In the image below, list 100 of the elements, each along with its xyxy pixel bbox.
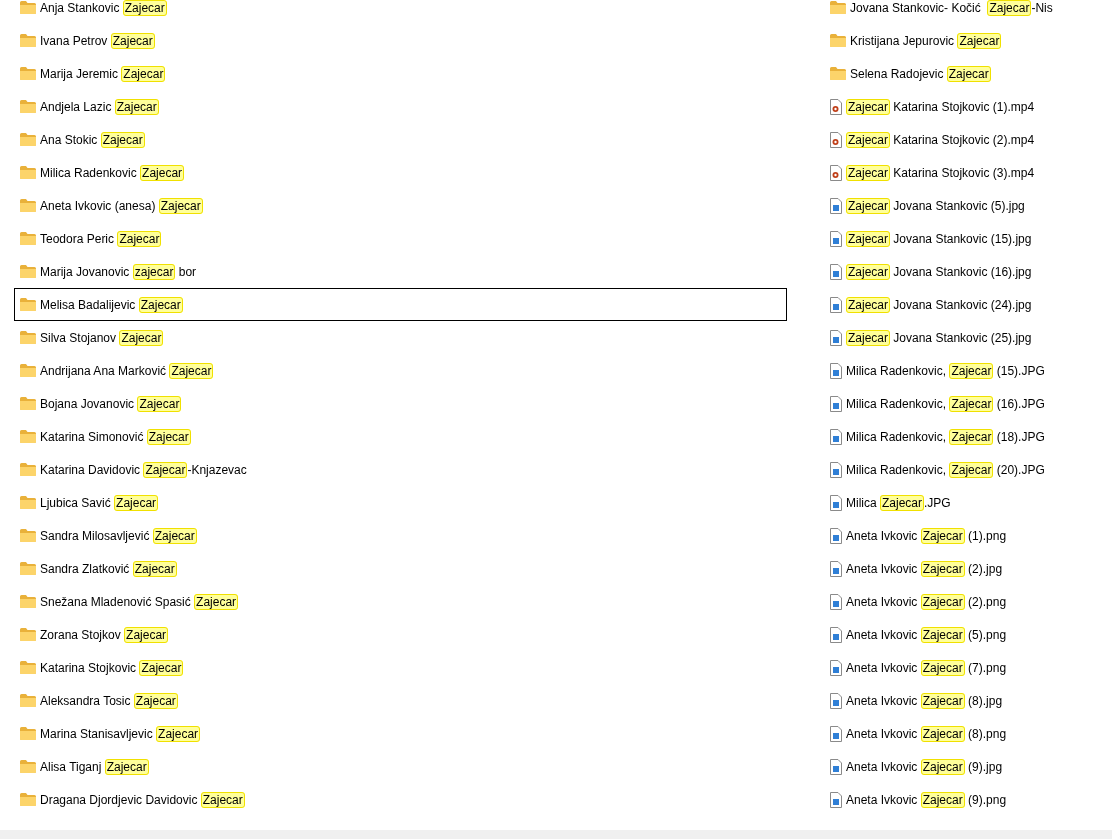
file-list-item[interactable]: Zajecar Katarina Stojkovic (3).mp4 (824, 156, 1112, 189)
video-file-icon (830, 131, 842, 148)
image-file-icon (830, 593, 842, 610)
file-list-item[interactable]: Aneta Ivkovic (anesa) Zajecar (14, 189, 787, 222)
file-list-item[interactable]: Selena Radojevic Zajecar (824, 57, 1112, 90)
file-name: Aneta Ivkovic Zajecar (2).png (846, 593, 1007, 610)
file-name: Katarina Davidovic Zajecar -Knjazevac (40, 461, 247, 478)
file-list-item[interactable]: Kristijana Jepurovic Zajecar (824, 24, 1112, 57)
file-list-item[interactable]: Aneta Ivkovic Zajecar (2).png (824, 585, 1112, 618)
file-name: Katarina Stojkovic Zajecar (40, 659, 184, 676)
image-file-icon (830, 395, 842, 412)
file-list-item[interactable]: Sandra Milosavljević Zajecar (14, 519, 787, 552)
file-list-item[interactable]: Aneta Ivkovic Zajecar (2).jpg (824, 552, 1112, 585)
file-list-item[interactable]: Milica Radenkovic, Zajecar (16).JPG (824, 387, 1112, 420)
folder-icon (20, 199, 36, 212)
file-list-item[interactable]: Silva Stojanov Zajecar (14, 321, 787, 354)
video-file-icon (830, 98, 842, 115)
folder-icon (20, 463, 36, 476)
folder-icon (20, 232, 36, 245)
image-file-icon (830, 692, 842, 709)
folder-icon (20, 364, 36, 377)
folder-icon (20, 331, 36, 344)
file-list-item[interactable]: Ljubica Savić Zajecar (14, 486, 787, 519)
file-list-item[interactable]: Katarina Stojkovic Zajecar (14, 651, 787, 684)
file-name: Zajecar Katarina Stojkovic (1).mp4 (846, 98, 1035, 115)
file-list-item[interactable]: Ana Stokic Zajecar (14, 123, 787, 156)
file-name: Jovana Stankovic- Kočić Zajecar -Nis (850, 0, 1053, 16)
file-name: Marija Jeremic Zajecar (40, 65, 166, 82)
file-list-item[interactable]: Zorana Stojkov Zajecar (14, 618, 787, 651)
file-list-item[interactable]: Milica Radenkovic, Zajecar (18).JPG (824, 420, 1112, 453)
file-list-item[interactable]: Zajecar Jovana Stankovic (25).jpg (824, 321, 1112, 354)
file-name: Andjela Lazic Zajecar (40, 98, 159, 115)
folder-icon (830, 67, 846, 80)
file-name: Aneta Ivkovic Zajecar (8).jpg (846, 692, 1003, 709)
image-file-icon (830, 230, 842, 247)
file-list-item[interactable]: Katarina Davidovic Zajecar -Knjazevac (14, 453, 787, 486)
image-file-icon (830, 758, 842, 775)
file-list-item[interactable]: Zajecar Katarina Stojkovic (1).mp4 (824, 90, 1112, 123)
file-list-item[interactable]: Marija Jovanovic zajecar bor (14, 255, 787, 288)
file-list-item[interactable]: Zajecar Jovana Stankovic (5).jpg (824, 189, 1112, 222)
file-list-item[interactable]: Zajecar Jovana Stankovic (24).jpg (824, 288, 1112, 321)
file-name: Silva Stojanov Zajecar (40, 329, 164, 346)
folder-icon (20, 661, 36, 674)
image-file-icon (830, 362, 842, 379)
file-name: Milica Radenkovic, Zajecar (15).JPG (846, 362, 1045, 379)
file-list-item[interactable]: Alisa Tiganj Zajecar (14, 750, 787, 783)
image-file-icon (830, 296, 842, 313)
file-list-item[interactable]: Katarina Simonović Zajecar (14, 420, 787, 453)
file-list-item[interactable]: Dragana Djordjevic Davidovic Zajecar (14, 783, 787, 816)
file-list-item[interactable]: Aneta Ivkovic Zajecar (8).jpg (824, 684, 1112, 717)
file-name: Selena Radojevic Zajecar (850, 65, 991, 82)
image-file-icon (830, 494, 842, 511)
file-list-item[interactable]: Aneta Ivkovic Zajecar (9).jpg (824, 750, 1112, 783)
file-list-item[interactable]: Aneta Ivkovic Zajecar (7).png (824, 651, 1112, 684)
file-name: Zajecar Jovana Stankovic (5).jpg (846, 197, 1025, 214)
file-list-item[interactable]: Andrijana Ana Marković Zajecar (14, 354, 787, 387)
file-name: Anja Stankovic Zajecar (40, 0, 167, 16)
file-list-item[interactable]: Milica Zajecar .JPG (824, 486, 1112, 519)
image-file-icon (830, 263, 842, 280)
file-list-item[interactable]: Ivana Petrov Zajecar (14, 24, 787, 57)
file-list-item[interactable]: Marija Jeremic Zajecar (14, 57, 787, 90)
file-list-item[interactable]: Zajecar Katarina Stojkovic (2).mp4 (824, 123, 1112, 156)
file-list-item[interactable]: Andjela Lazic Zajecar (14, 90, 787, 123)
file-list-item[interactable]: Aneta Ivkovic Zajecar (5).png (824, 618, 1112, 651)
file-list-item[interactable]: Bojana Jovanovic Zajecar (14, 387, 787, 420)
file-list-item[interactable]: Milica Radenkovic, Zajecar (20).JPG (824, 453, 1112, 486)
video-file-icon (830, 164, 842, 181)
image-file-icon (830, 428, 842, 445)
file-name: Zajecar Jovana Stankovic (24).jpg (846, 296, 1032, 313)
image-file-icon (830, 626, 842, 643)
file-list-item[interactable]: Zajecar Jovana Stankovic (15).jpg (824, 222, 1112, 255)
file-list-item[interactable]: Anja Stankovic Zajecar (14, 0, 787, 24)
file-name: Aneta Ivkovic Zajecar (5).png (846, 626, 1007, 643)
image-file-icon (830, 791, 842, 808)
file-list-item[interactable]: Aneta Ivkovic Zajecar (1).png (824, 519, 1112, 552)
folder-icon (20, 430, 36, 443)
file-name: Teodora Peric Zajecar (40, 230, 162, 247)
file-list-item[interactable]: Melisa Badalijevic Zajecar (14, 288, 787, 321)
file-name: Snežana Mladenović Spasić Zajecar (40, 593, 239, 610)
file-name: Aneta Ivkovic Zajecar (9).png (846, 791, 1007, 808)
folder-icon (20, 496, 36, 509)
file-name: Ljubica Savić Zajecar (40, 494, 159, 511)
file-list-item[interactable]: Sandra Zlatković Zajecar (14, 552, 787, 585)
file-list-item[interactable]: Marina Stanisavljevic Zajecar (14, 717, 787, 750)
file-list-item[interactable]: Zajecar Jovana Stankovic (16).jpg (824, 255, 1112, 288)
file-list-item[interactable]: Jovana Stankovic- Kočić Zajecar -Nis (824, 0, 1112, 24)
folder-icon (20, 265, 36, 278)
file-name: Aleksandra Tosic Zajecar (40, 692, 178, 709)
file-list-item[interactable]: Teodora Peric Zajecar (14, 222, 787, 255)
file-list-item[interactable]: Milica Radenkovic Zajecar (14, 156, 787, 189)
file-list-item[interactable]: Aleksandra Tosic Zajecar (14, 684, 787, 717)
file-name: Zorana Stojkov Zajecar (40, 626, 169, 643)
file-list-item[interactable]: Milica Radenkovic, Zajecar (15).JPG (824, 354, 1112, 387)
file-list-item[interactable]: Snežana Mladenović Spasić Zajecar (14, 585, 787, 618)
file-name: Aneta Ivkovic Zajecar (8).png (846, 725, 1007, 742)
file-list-item[interactable]: Aneta Ivkovic Zajecar (9).png (824, 783, 1112, 816)
folder-icon (20, 34, 36, 47)
file-list-item[interactable]: Aneta Ivkovic Zajecar (8).png (824, 717, 1112, 750)
image-file-icon (830, 659, 842, 676)
folder-icon (20, 562, 36, 575)
